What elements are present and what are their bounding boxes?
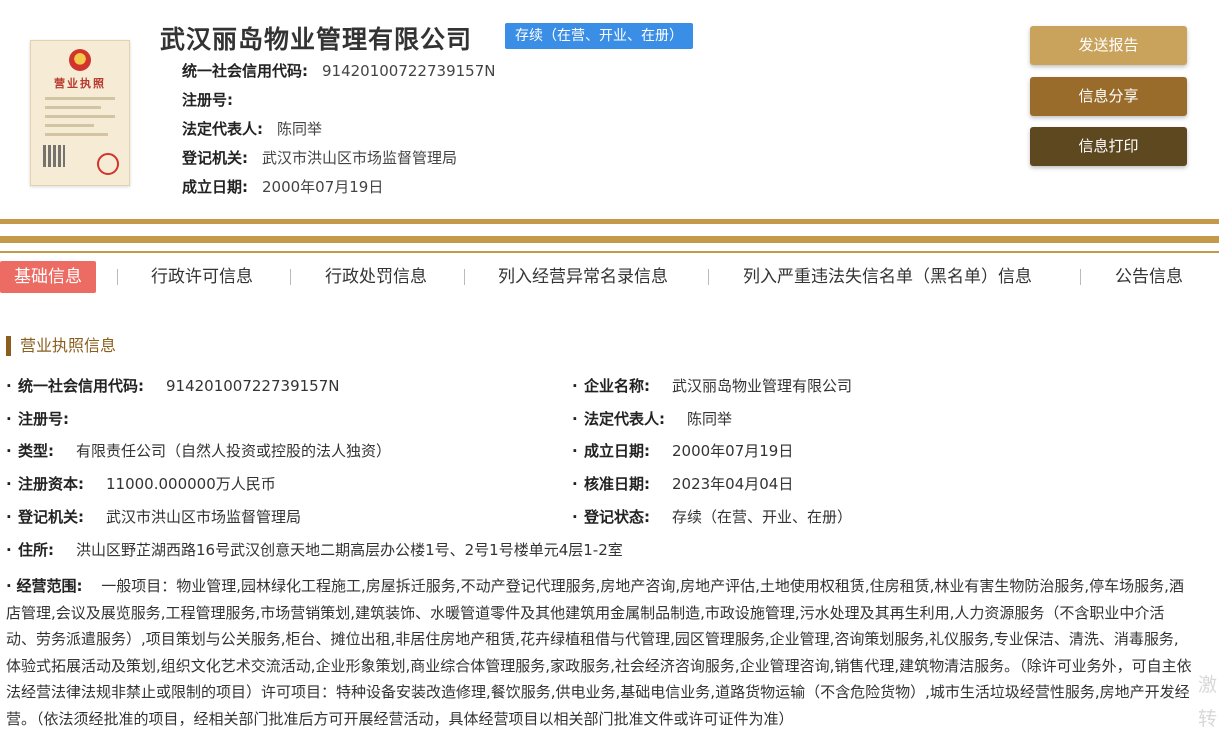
basic-info-row: 统一社会信用代码: 91420100722739157N xyxy=(182,60,495,89)
reg-status-value: 存续（在营、开业、在册） xyxy=(672,508,853,526)
legal-rep-label: 法定代表人: xyxy=(584,410,665,428)
gold-divider xyxy=(0,236,1219,243)
bullet: · xyxy=(572,475,578,493)
send-report-button[interactable]: 发送报告 xyxy=(1030,26,1187,65)
tab-abnormal-operation[interactable]: 列入经营异常名录信息 xyxy=(498,261,668,293)
bullet: · xyxy=(6,410,12,428)
detail-row: · 类型: 有限责任公司（自然人投资或控股的法人独资） xyxy=(6,441,391,461)
tab-separator xyxy=(1080,269,1081,285)
company-name-label: 企业名称: xyxy=(584,377,650,395)
bullet: · xyxy=(572,442,578,460)
legal-rep-value: 陈同举 xyxy=(277,120,323,138)
license-image-title: 营业执照 xyxy=(54,77,106,90)
business-scope-label: 经营范围: xyxy=(16,577,83,595)
bullet: · xyxy=(6,442,12,460)
reg-authority-value: 武汉市洪山区市场监督管理局 xyxy=(262,149,458,167)
business-scope: · 经营范围: 一般项目：物业管理,园林绿化工程施工,房屋拆迁服务,不动产登记代… xyxy=(6,573,1192,732)
credit-code-label: 统一社会信用代码: xyxy=(18,377,144,395)
reg-number-label: 注册号: xyxy=(18,410,69,428)
gold-divider xyxy=(0,219,1219,224)
detail-row: · 成立日期: 2000年07月19日 xyxy=(572,441,793,461)
basic-info-row: 注册号: xyxy=(182,89,495,118)
detail-row: · 住所: 洪山区野芷湖西路16号武汉创意天地二期高层办公楼1号、2号1号楼单元4层… xyxy=(6,540,623,560)
national-emblem-icon xyxy=(69,49,91,71)
tab-separator xyxy=(117,269,118,285)
detail-row: · 登记状态: 存续（在营、开业、在册） xyxy=(572,507,852,527)
bullet: · xyxy=(572,377,578,395)
tab-admin-penalty[interactable]: 行政处罚信息 xyxy=(325,261,427,293)
reg-capital-label: 注册资本: xyxy=(18,475,84,493)
qr-code-icon xyxy=(43,145,65,167)
tab-separator xyxy=(708,269,709,285)
print-info-button[interactable]: 信息打印 xyxy=(1030,127,1187,166)
est-date-value: 2000年07月19日 xyxy=(672,442,794,460)
company-name-value: 武汉丽岛物业管理有限公司 xyxy=(672,377,853,395)
approval-date-value: 2023年04月04日 xyxy=(672,475,794,493)
credit-code-value: 91420100722739157N xyxy=(166,377,340,395)
tab-basic-info[interactable]: 基础信息 xyxy=(0,261,96,293)
basic-info-row: 登记机关: 武汉市洪山区市场监督管理局 xyxy=(182,147,495,176)
share-info-button[interactable]: 信息分享 xyxy=(1030,77,1187,116)
est-date-label: 成立日期: xyxy=(182,178,248,196)
legal-rep-label: 法定代表人: xyxy=(182,120,263,138)
official-seal-icon xyxy=(97,153,119,175)
est-date-value: 2000年07月19日 xyxy=(262,178,384,196)
detail-row: · 注册资本: 11000.000000万人民币 xyxy=(6,474,276,494)
tab-announcements[interactable]: 公告信息 xyxy=(1115,261,1183,293)
company-name: 武汉丽岛物业管理有限公司 xyxy=(160,25,473,54)
tab-separator xyxy=(290,269,291,285)
watermark: 激转 xyxy=(1198,674,1218,730)
bullet: · xyxy=(6,475,12,493)
tab-bar: 基础信息 行政许可信息 行政处罚信息 列入经营异常名录信息 列入严重违法失信名单… xyxy=(0,261,1219,293)
detail-row: · 核准日期: 2023年04月04日 xyxy=(572,474,793,494)
address-value: 洪山区野芷湖西路16号武汉创意天地二期高层办公楼1号、2号1号楼单元4层1-2室 xyxy=(76,541,623,559)
detail-row: · 统一社会信用代码: 91420100722739157N xyxy=(6,376,339,396)
basic-info-row: 法定代表人: 陈同举 xyxy=(182,118,495,147)
credit-code-label: 统一社会信用代码: xyxy=(182,62,308,80)
bullet: · xyxy=(6,377,12,395)
legal-rep-value: 陈同举 xyxy=(687,410,733,428)
bullet: · xyxy=(572,508,578,526)
reg-authority-label: 登记机关: xyxy=(18,508,84,526)
detail-row: · 登记机关: 武汉市洪山区市场监督管理局 xyxy=(6,507,301,527)
type-label: 类型: xyxy=(18,442,54,460)
gold-divider xyxy=(0,251,1219,253)
detail-row: · 企业名称: 武汉丽岛物业管理有限公司 xyxy=(572,376,852,396)
business-license-image[interactable]: 营业执照 xyxy=(30,40,130,186)
address-label: 住所: xyxy=(18,541,54,559)
reg-authority-value: 武汉市洪山区市场监督管理局 xyxy=(106,508,302,526)
reg-number-label: 注册号: xyxy=(182,91,233,109)
approval-date-label: 核准日期: xyxy=(584,475,650,493)
bullet: · xyxy=(6,508,12,526)
est-date-label: 成立日期: xyxy=(584,442,650,460)
business-scope-value: 一般项目：物业管理,园林绿化工程施工,房屋拆迁服务,不动产登记代理服务,房地产咨… xyxy=(6,577,1192,728)
section-title: 营业执照信息 xyxy=(6,336,116,356)
license-text-lines xyxy=(45,97,115,142)
bullet: · xyxy=(572,410,578,428)
tab-admin-license[interactable]: 行政许可信息 xyxy=(151,261,253,293)
bullet: · xyxy=(6,577,12,595)
basic-info: 统一社会信用代码: 91420100722739157N 注册号: 法定代表人: 陈… xyxy=(182,60,495,205)
credit-code-value: 91420100722739157N xyxy=(322,62,496,80)
reg-capital-value: 11000.000000万人民币 xyxy=(106,475,276,493)
reg-authority-label: 登记机关: xyxy=(182,149,248,167)
bullet: · xyxy=(6,541,12,559)
reg-status-label: 登记状态: xyxy=(584,508,650,526)
status-badge: 存续（在营、开业、在册） xyxy=(505,23,693,49)
detail-row: · 注册号: xyxy=(6,409,91,429)
basic-info-row: 成立日期: 2000年07月19日 xyxy=(182,176,495,205)
type-value: 有限责任公司（自然人投资或控股的法人独资） xyxy=(76,442,392,460)
tab-separator xyxy=(464,269,465,285)
tab-blacklist[interactable]: 列入严重违法失信名单（黑名单）信息 xyxy=(743,261,1032,293)
detail-row: · 法定代表人: 陈同举 xyxy=(572,409,732,429)
